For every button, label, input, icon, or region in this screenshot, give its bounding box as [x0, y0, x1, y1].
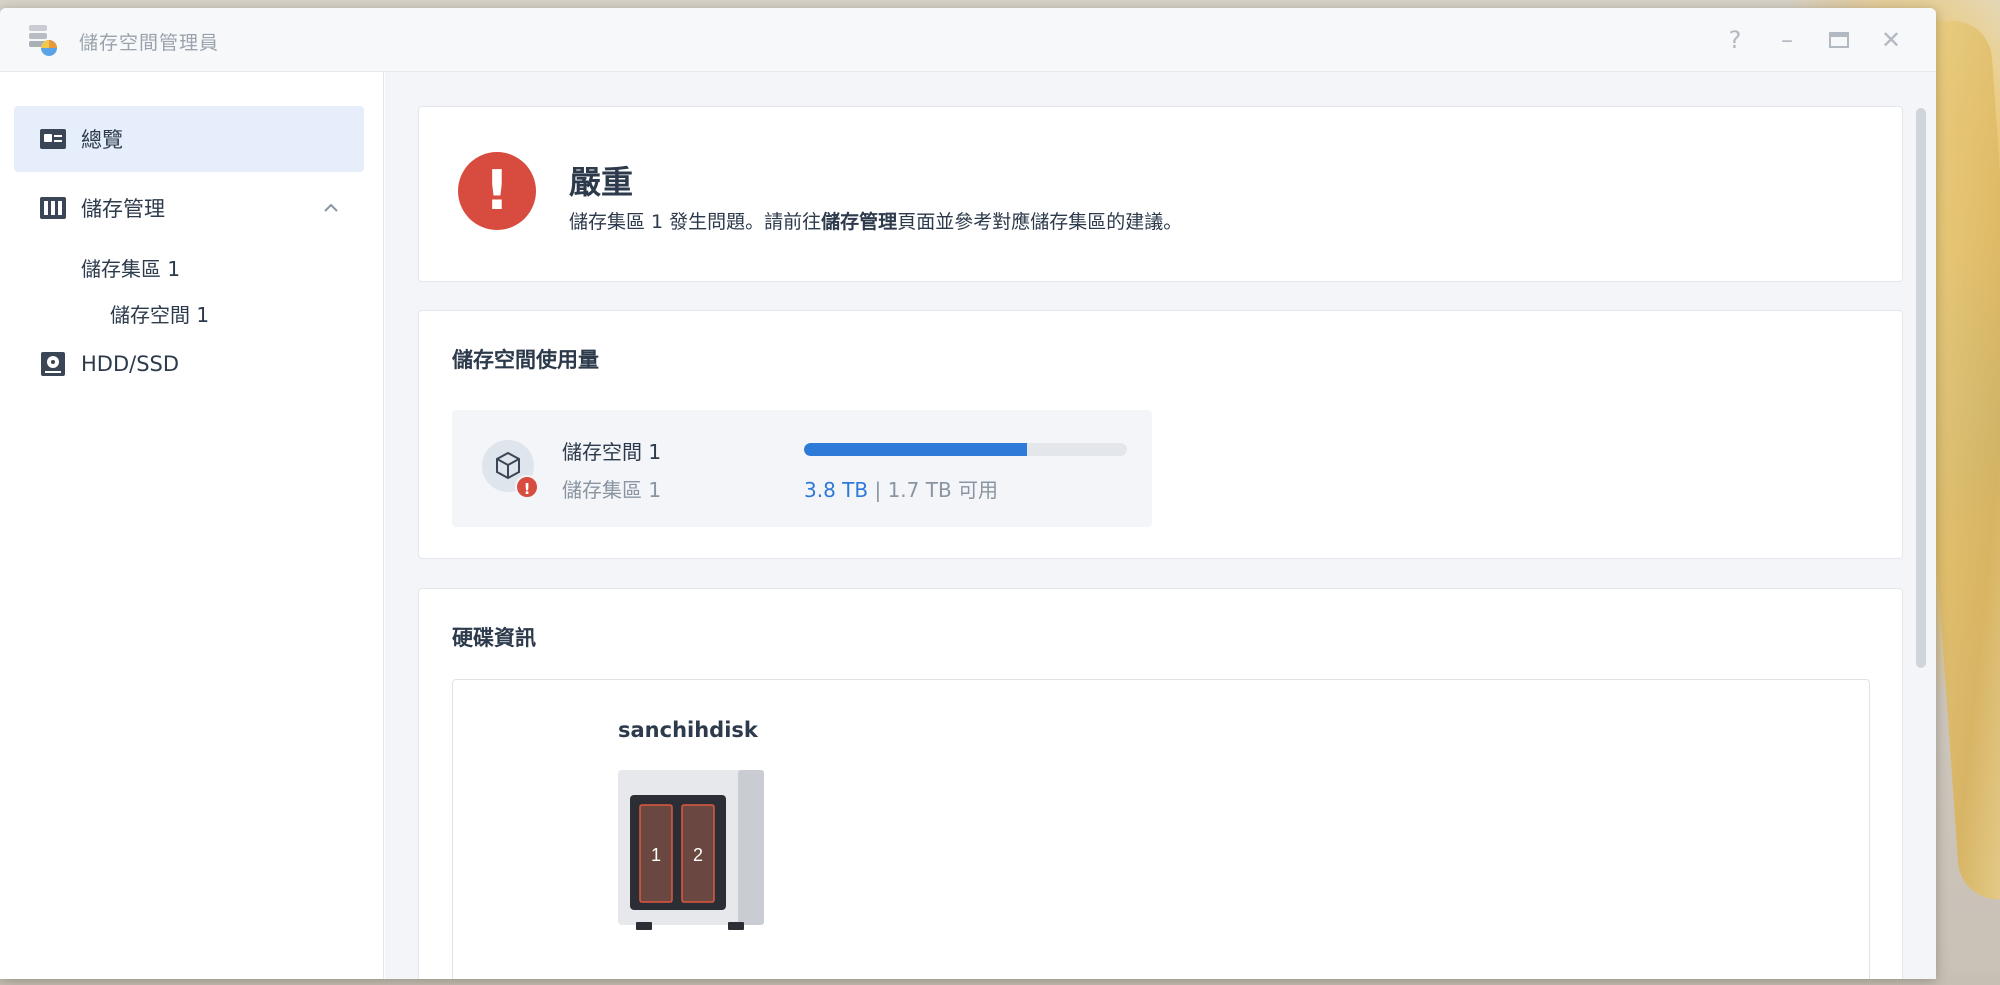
- bay-2-label: 2: [693, 845, 703, 865]
- sidebar-item-label: 總覽: [81, 128, 123, 152]
- storage-icon: [40, 197, 66, 219]
- volume-name: 儲存空間 1: [562, 440, 662, 464]
- usage-title: 儲存空間使用量: [452, 348, 599, 372]
- window-title: 儲存空間管理員: [79, 32, 220, 54]
- minimize-icon[interactable]: –: [1773, 26, 1801, 54]
- storage-manager-app-icon: [29, 25, 57, 56]
- sidebar-item-overview[interactable]: 總覽: [14, 106, 364, 172]
- help-icon[interactable]: ?: [1721, 26, 1749, 54]
- alert-severity: 嚴重: [569, 163, 634, 201]
- used-capacity: 3.8 TB: [804, 478, 869, 502]
- sidebar-item-label: 儲存管理: [81, 197, 165, 221]
- size-separator: |: [874, 478, 882, 502]
- sidebar-item-hdd-ssd[interactable]: HDD/SSD: [14, 331, 364, 397]
- main-scrollbar[interactable]: [1916, 108, 1926, 668]
- storage-manager-window: 儲存空間管理員 ? – ✕ 總覽 儲存管理 儲存集區 1 儲存空間 1 HDD/…: [0, 8, 1936, 979]
- hdd-card: 硬碟資訊 sanchihdisk 1 2: [418, 588, 1903, 979]
- sidebar-item-volume-1[interactable]: 儲存空間 1: [110, 299, 209, 328]
- nas-name: sanchihdisk: [618, 718, 758, 742]
- nas-device-icon[interactable]: 1 2: [618, 770, 764, 930]
- storage-management-link[interactable]: 儲存管理: [821, 211, 897, 233]
- sidebar-item-storage[interactable]: 儲存管理: [14, 175, 364, 241]
- close-icon[interactable]: ✕: [1877, 26, 1905, 54]
- chevron-up-icon[interactable]: [321, 198, 341, 218]
- available-capacity: 1.7 TB 可用: [887, 478, 999, 502]
- usage-progress-fill: [804, 443, 1027, 456]
- critical-alert-icon: !: [458, 152, 536, 230]
- hdd-title: 硬碟資訊: [452, 626, 536, 650]
- usage-progress-bar: [804, 443, 1127, 456]
- main-content: ! 嚴重 儲存集區 1 發生問題。請前往儲存管理頁面並參考對應儲存集區的建議。 …: [385, 72, 1936, 979]
- overview-icon: [40, 129, 66, 149]
- maximize-icon[interactable]: [1825, 26, 1853, 54]
- volume-size: 3.8 TB | 1.7 TB 可用: [804, 474, 998, 503]
- sidebar-item-label: HDD/SSD: [81, 352, 180, 376]
- sidebar-item-storage-pool-1[interactable]: 儲存集區 1: [81, 253, 180, 282]
- title-bar[interactable]: 儲存空間管理員 ? – ✕: [0, 8, 1936, 72]
- disk-panel: sanchihdisk 1 2: [452, 679, 1870, 979]
- alert-message: 儲存集區 1 發生問題。請前往儲存管理頁面並參考對應儲存集區的建議。: [569, 211, 1183, 233]
- warning-badge-icon: !: [515, 475, 539, 499]
- bay-1-label: 1: [651, 845, 661, 865]
- sidebar: 總覽 儲存管理 儲存集區 1 儲存空間 1 HDD/SSD: [0, 72, 384, 979]
- alert-card: ! 嚴重 儲存集區 1 發生問題。請前往儲存管理頁面並參考對應儲存集區的建議。: [418, 106, 1903, 282]
- usage-card: 儲存空間使用量 ! 儲存空間 1 儲存集區 1 3.8 TB | 1.7 TB …: [418, 310, 1903, 559]
- volume-pool: 儲存集區 1: [562, 478, 662, 502]
- hdd-icon: [41, 352, 65, 376]
- volume-usage-item[interactable]: ! 儲存空間 1 儲存集區 1 3.8 TB | 1.7 TB 可用: [452, 410, 1152, 527]
